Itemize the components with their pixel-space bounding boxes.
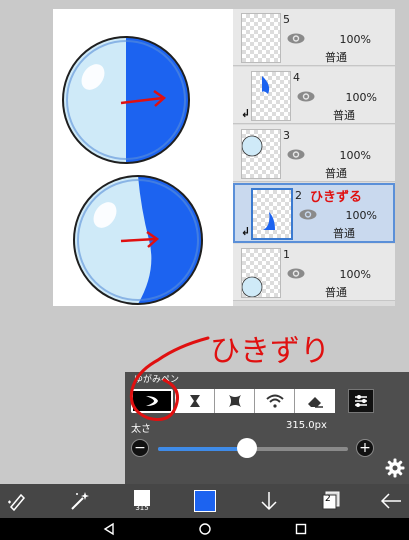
layer-blend-mode[interactable]: 普通 <box>325 165 347 181</box>
brush-size-readout: 315 <box>135 504 149 512</box>
layer-blend-mode[interactable]: 普通 <box>333 107 355 123</box>
recents-square-icon[interactable] <box>294 522 308 536</box>
pen-cursor-button[interactable] <box>4 488 30 514</box>
annotation-drag-note: ひきずり <box>210 334 330 369</box>
back-triangle-icon[interactable] <box>102 522 116 536</box>
layer-number: 2 <box>295 189 302 202</box>
layer-row-3[interactable]: 3 100% 普通 <box>233 125 395 182</box>
highlight-circle-annotation <box>129 336 210 421</box>
canvas-artwork <box>62 36 203 305</box>
back-button[interactable] <box>378 488 404 514</box>
eraser-icon <box>308 397 323 408</box>
layer-row-1[interactable]: 1 100% 普通 <box>233 244 395 301</box>
layer-thumbnail-art <box>263 212 275 230</box>
layer-thumbnail <box>251 188 293 240</box>
layer-count: 2 <box>325 494 331 504</box>
download-arrow-icon <box>261 492 277 511</box>
magic-wand-icon <box>71 492 89 510</box>
tool-eraser[interactable] <box>295 389 335 413</box>
sliders-icon <box>355 395 367 407</box>
visibility-eye-icon[interactable] <box>287 33 305 44</box>
size-increase-button[interactable]: + <box>356 439 374 457</box>
brush-size-button[interactable]: 315 <box>129 488 155 514</box>
layer-panel: 5 100% 普通 ↲ 4 100% 普通 3 100% 普通 ↲ 2 100%… <box>233 9 395 306</box>
layer-opacity: 100% <box>339 268 371 281</box>
back-arrow-icon <box>380 493 401 509</box>
gear-icon[interactable] <box>385 458 405 478</box>
upper-sphere-illustration <box>62 36 190 164</box>
layer-blend-mode[interactable]: 普通 <box>325 284 347 300</box>
layer-opacity: 100% <box>339 149 371 162</box>
layer-thumbnail <box>241 248 281 298</box>
layer-thumbnail <box>251 71 291 121</box>
layers-button[interactable]: 2 <box>318 488 344 514</box>
visibility-eye-icon[interactable] <box>297 91 315 102</box>
color-swatch <box>194 490 216 512</box>
layer-number: 5 <box>283 13 290 26</box>
tool-swirl[interactable] <box>255 389 295 413</box>
clipping-icon: ↲ <box>241 107 251 120</box>
layer-row-5[interactable]: 5 100% 普通 <box>233 9 395 66</box>
wifi-swirl-icon <box>265 394 284 408</box>
layer-annotation-note: ひきずる <box>310 190 363 205</box>
layer-opacity: 100% <box>345 209 377 222</box>
layer-number: 1 <box>283 248 290 261</box>
layer-blend-mode[interactable]: 普通 <box>333 225 355 241</box>
size-slider-fill <box>158 447 248 451</box>
layer-number: 4 <box>293 71 300 84</box>
color-swatch-button[interactable] <box>192 488 218 514</box>
tool-settings-button[interactable] <box>348 389 374 413</box>
layer-row-4[interactable]: ↲ 4 100% 普通 <box>233 67 395 124</box>
layer-thumbnail <box>241 129 281 179</box>
layer-opacity: 100% <box>339 33 371 46</box>
layer-thumbnail <box>241 13 281 63</box>
layer-thumbnail-art <box>241 276 263 298</box>
lower-sphere-illustration <box>73 175 203 305</box>
size-decrease-button[interactable]: − <box>131 439 149 457</box>
import-button[interactable] <box>256 488 282 514</box>
layer-blend-mode[interactable]: 普通 <box>325 49 347 65</box>
size-value: 315.0px <box>286 420 327 431</box>
home-circle-icon[interactable] <box>198 522 212 536</box>
magic-wand-button[interactable] <box>66 488 92 514</box>
bloat-icon <box>228 395 241 407</box>
layer-opacity: 100% <box>345 91 377 104</box>
visibility-eye-icon[interactable] <box>299 209 317 220</box>
pen-cursor-icon <box>8 493 26 512</box>
visibility-eye-icon[interactable] <box>287 268 305 279</box>
layer-thumbnail-art <box>241 135 263 157</box>
visibility-eye-icon[interactable] <box>287 149 305 160</box>
drawing-canvas[interactable] <box>53 9 233 306</box>
clipping-icon: ↲ <box>241 225 251 238</box>
layers-icon <box>322 491 340 510</box>
tool-bloat[interactable] <box>215 389 255 413</box>
layer-number: 3 <box>283 129 290 142</box>
layer-thumbnail-art <box>262 76 270 94</box>
